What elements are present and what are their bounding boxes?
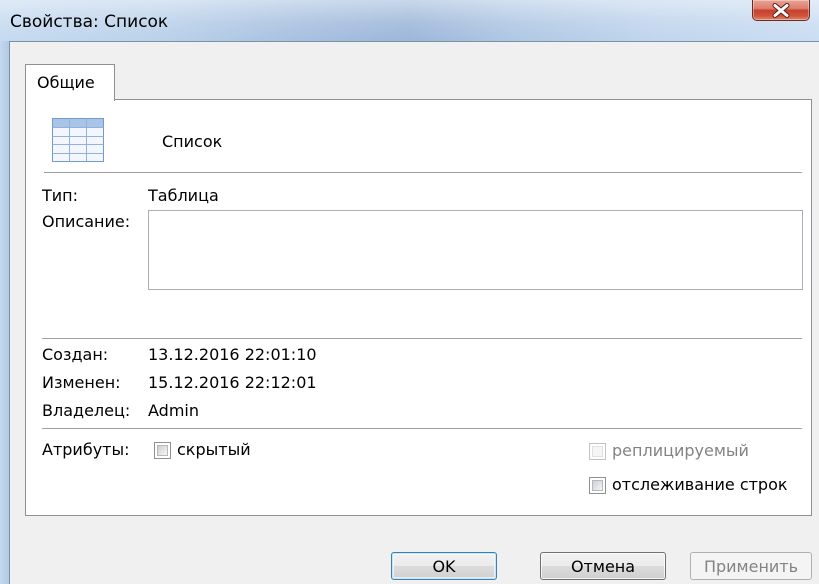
- ok-button[interactable]: OK: [391, 552, 497, 580]
- close-icon: [772, 2, 790, 18]
- tab-panel-general: Список Тип: Таблица Описание: Создан: 13…: [25, 99, 812, 516]
- row-tracking-checkbox-label[interactable]: отслеживание строк: [612, 476, 788, 494]
- hidden-checkbox-label[interactable]: скрытый: [177, 441, 251, 459]
- replicated-checkbox[interactable]: реплицируемый: [589, 442, 769, 460]
- close-button[interactable]: [752, 0, 810, 21]
- separator-top: [44, 172, 802, 173]
- apply-button[interactable]: Применить: [690, 552, 812, 580]
- properties-dialog: Свойства: Список Общие Список Тип: Табли…: [0, 0, 819, 584]
- separator-bottom: [42, 428, 802, 429]
- window-frame-left[interactable]: [0, 41, 9, 584]
- created-value: 13.12.2016 22:01:10: [148, 345, 317, 364]
- table-icon: [52, 118, 104, 162]
- replicated-checkbox-label[interactable]: реплицируемый: [612, 442, 749, 460]
- attributes-label: Атрибуты:: [42, 440, 130, 459]
- object-name: Список: [162, 132, 223, 151]
- description-input[interactable]: [148, 210, 803, 290]
- modified-label: Изменен:: [42, 373, 121, 392]
- tab-general-label: Общие: [37, 73, 95, 92]
- created-label: Создан:: [42, 345, 109, 364]
- row-tracking-checkbox-box[interactable]: [589, 477, 606, 494]
- description-label: Описание:: [42, 212, 131, 231]
- title-bar[interactable]: Свойства: Список: [0, 0, 819, 41]
- type-value: Таблица: [148, 186, 219, 205]
- window-title: Свойства: Список: [10, 12, 169, 32]
- cancel-button[interactable]: Отмена: [540, 552, 666, 580]
- tab-general[interactable]: Общие: [25, 64, 115, 101]
- separator-middle: [42, 338, 802, 339]
- owner-value: Admin: [148, 401, 199, 420]
- hidden-checkbox[interactable]: скрытый: [154, 441, 294, 459]
- hidden-checkbox-box[interactable]: [154, 442, 171, 459]
- modified-value: 15.12.2016 22:12:01: [148, 373, 317, 392]
- replicated-checkbox-box[interactable]: [589, 443, 606, 460]
- dialog-body: Общие Список Тип: Таблица Описание: Созд…: [9, 41, 819, 584]
- owner-label: Владелец:: [42, 401, 131, 420]
- row-tracking-checkbox[interactable]: отслеживание строк: [589, 476, 799, 494]
- type-label: Тип:: [42, 186, 79, 205]
